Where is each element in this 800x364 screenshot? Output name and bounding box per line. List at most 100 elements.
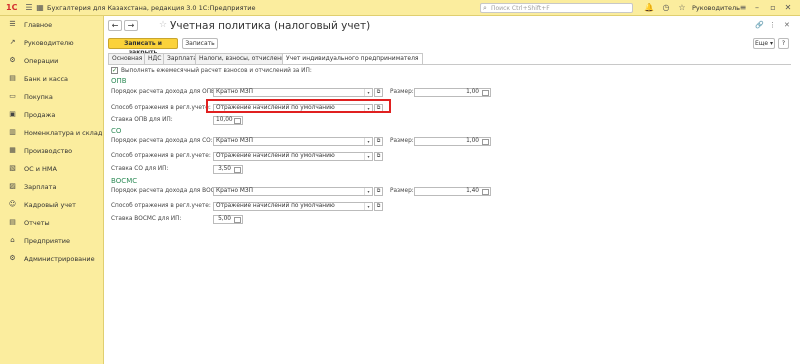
so-income-label: Порядок расчета дохода для СО: [111, 138, 213, 144]
enterprise-icon: ⌂ [10, 236, 15, 244]
vosms-reflect-select[interactable]: Отражение начислений по умолчанию ▾ [213, 202, 373, 211]
opv-size-label: Размер: [390, 89, 414, 95]
so-size-input[interactable]: 1,00 [414, 137, 491, 146]
sale-icon: ▣ [9, 110, 16, 118]
monthly-calc-checkbox[interactable]: ✓ [111, 67, 118, 74]
assets-icon: ▧ [9, 164, 16, 172]
sidebar-item-operations[interactable]: ⚙ Операции [0, 54, 104, 68]
page-title: Учетная политика (налоговый учет) [170, 20, 371, 32]
opv-rate-input[interactable]: 10,00 [213, 116, 243, 125]
tab-divider [108, 64, 791, 65]
settings-icon[interactable]: ≡ [738, 3, 748, 13]
calculator-icon[interactable] [234, 118, 241, 124]
vosms-reflect-value: Отражение начислений по умолчанию [216, 203, 335, 209]
sidebar-item-admin[interactable]: ⚙ Администрирование [0, 252, 104, 266]
open-icon[interactable]: ⧉ [374, 152, 383, 161]
close-icon[interactable]: ✕ [783, 3, 793, 13]
sidebar-item-sale[interactable]: ▣ Продажа [0, 108, 104, 122]
open-icon[interactable]: ⧉ [374, 187, 383, 196]
vosms-rate-input[interactable]: 5,00 [213, 215, 243, 224]
open-icon[interactable]: ⧉ [374, 137, 383, 146]
menu-icon[interactable]: ☰ [24, 3, 34, 13]
sidebar: ☰ Главное ↗ Руководителю ⚙ Операции ▤ Банк и… [0, 16, 104, 364]
section-opv: ОПВ [111, 77, 127, 85]
chevron-down-icon[interactable]: ▾ [364, 138, 372, 145]
back-button[interactable]: ← [108, 20, 122, 31]
history-icon[interactable]: ◷ [661, 3, 671, 13]
sidebar-item-bank[interactable]: ▤ Банк и касса [0, 72, 104, 86]
vosms-rate-value: 5,00 [218, 216, 231, 222]
sidebar-item-label: Банк и касса [24, 75, 69, 83]
calculator-icon[interactable] [482, 90, 489, 96]
so-reflect-value: Отражение начислений по умолчанию [216, 153, 335, 159]
operations-icon: ⚙ [9, 56, 16, 64]
sidebar-item-purchase[interactable]: ▭ Покупка [0, 90, 104, 104]
so-reflect-select[interactable]: Отражение начислений по умолчанию ▾ [213, 152, 373, 161]
more-button[interactable]: Еще ▾ [753, 38, 775, 49]
save-close-button[interactable]: Записать и закрыть [108, 38, 178, 56]
so-rate-value: 3,50 [218, 166, 231, 172]
opv-size-input[interactable]: 1,00 [414, 88, 491, 97]
bell-icon[interactable]: 🔔 [644, 3, 654, 13]
maximize-icon[interactable]: ▫ [768, 3, 778, 13]
sidebar-item-assets[interactable]: ▧ ОС и НМА [0, 162, 104, 176]
chevron-down-icon[interactable]: ▾ [364, 89, 372, 96]
vosms-size-label: Размер: [390, 188, 414, 194]
vosms-size-input[interactable]: 1,40 [414, 187, 491, 196]
sidebar-item-salary[interactable]: ▨ Зарплата [0, 180, 104, 194]
opv-income-select[interactable]: Кратно МЗП ▾ [213, 88, 373, 97]
minimize-icon[interactable]: – [752, 3, 762, 13]
sidebar-item-label: Зарплата [24, 183, 57, 191]
sidebar-item-label: Кадровый учет [24, 201, 76, 209]
search-input[interactable]: ⌕ Поиск Ctrl+Shift+F [480, 3, 633, 13]
section-vosms: ВОСМС [111, 177, 138, 185]
more-icon[interactable]: ⋮ [769, 21, 776, 29]
close-form-icon[interactable]: ✕ [784, 21, 790, 29]
section-so: СО [111, 127, 122, 135]
help-button[interactable]: ? [778, 38, 789, 49]
sidebar-item-label: Администрирование [24, 255, 95, 263]
calculator-icon[interactable] [234, 217, 241, 223]
chevron-down-icon[interactable]: ▾ [364, 153, 372, 160]
star-icon[interactable]: ☆ [677, 3, 687, 13]
so-rate-input[interactable]: 3,50 [213, 165, 243, 174]
tab-taxes[interactable]: Налоги, взносы, отчисления [195, 53, 293, 64]
open-icon[interactable]: ⧉ [374, 88, 383, 97]
home-icon: ☰ [9, 20, 16, 28]
forward-button[interactable]: → [124, 20, 138, 31]
sidebar-item-label: Предприятие [24, 237, 71, 245]
trend-icon: ↗ [9, 38, 16, 46]
sidebar-item-reports[interactable]: ▤ Отчеты [0, 216, 104, 230]
sidebar-item-enterprise[interactable]: ⌂ Предприятие [0, 234, 104, 248]
hr-icon: ☺ [8, 200, 17, 208]
sidebar-item-manager[interactable]: ↗ Руководителю [0, 36, 104, 50]
sidebar-item-warehouse[interactable]: ▥ Номенклатура и склад [0, 126, 104, 140]
sidebar-item-label: Главное [24, 21, 53, 29]
user-name[interactable]: Руководитель [692, 4, 740, 12]
open-icon[interactable]: ⧉ [374, 202, 383, 211]
tab-main[interactable]: Основная [108, 53, 147, 64]
sidebar-item-hr[interactable]: ☺ Кадровый учет [0, 198, 104, 212]
sections-icon[interactable]: ▦ [35, 3, 45, 13]
sidebar-item-main[interactable]: ☰ Главное [0, 18, 104, 32]
chevron-down-icon[interactable]: ▾ [364, 188, 372, 195]
sidebar-item-label: Продажа [24, 111, 56, 119]
admin-icon: ⚙ [9, 254, 16, 262]
search-placeholder: Поиск Ctrl+Shift+F [491, 5, 550, 12]
sidebar-item-production[interactable]: ▦ Производство [0, 144, 104, 158]
app-title: Бухгалтерия для Казахстана, редакция 3.0… [47, 4, 256, 12]
calculator-icon[interactable] [482, 189, 489, 195]
link-icon[interactable]: 🔗 [755, 21, 764, 29]
chevron-down-icon[interactable]: ▾ [364, 203, 372, 210]
cart-icon: ▭ [9, 92, 16, 100]
opv-income-label: Порядок расчета дохода для ОПВ: [111, 89, 217, 95]
so-income-select[interactable]: Кратно МЗП ▾ [213, 137, 373, 146]
save-button[interactable]: Записать [182, 38, 218, 49]
vosms-income-select[interactable]: Кратно МЗП ▾ [213, 187, 373, 196]
title-bar: 1С ☰ ▦ Бухгалтерия для Казахстана, редак… [0, 0, 800, 16]
calculator-icon[interactable] [482, 139, 489, 145]
favorite-icon[interactable]: ☆ [159, 20, 167, 30]
calculator-icon[interactable] [234, 167, 241, 173]
form: ← → ☆ Учетная политика (налоговый учет) … [104, 16, 800, 364]
app-logo: 1С [6, 3, 18, 12]
